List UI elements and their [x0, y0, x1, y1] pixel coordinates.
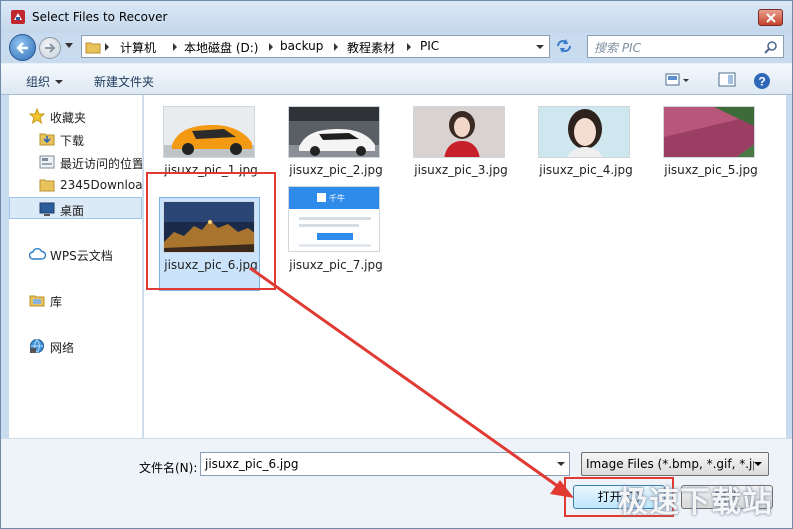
annotation-arrow-line: [249, 266, 567, 494]
site-watermark: 极速下载站: [618, 485, 773, 520]
annotation-arrow: [249, 266, 574, 498]
